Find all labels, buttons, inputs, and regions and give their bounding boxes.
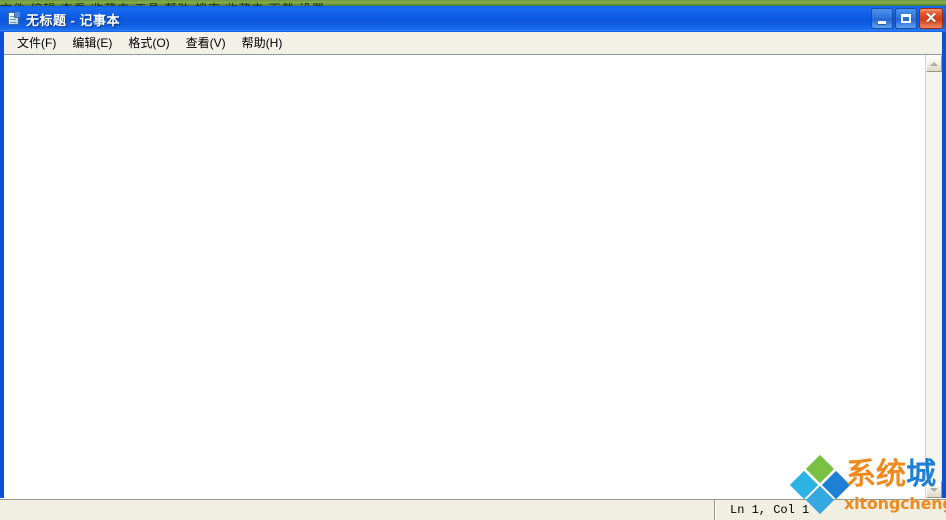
close-button[interactable]: ✕: [919, 8, 943, 29]
editor-client-area: [4, 54, 942, 498]
cursor-position-status: Ln 1, Col 1: [730, 503, 810, 517]
menu-item-help[interactable]: 帮助(H): [234, 32, 291, 54]
title-bar[interactable]: 无标题 - 记事本 ✕: [0, 6, 946, 32]
notepad-document-icon: [6, 11, 22, 27]
menu-bar: 文件(F) 编辑(E) 格式(O) 查看(V) 帮助(H): [4, 32, 942, 54]
status-bar-separator: [714, 500, 716, 520]
scroll-up-arrow-icon: [930, 61, 938, 66]
window-title: 无标题 - 记事本: [26, 12, 121, 28]
status-bar: Ln 1, Col 1: [0, 498, 946, 520]
menu-item-view[interactable]: 查看(V): [178, 32, 234, 54]
scrollbar-down-button[interactable]: [926, 481, 942, 498]
notepad-window: 无标题 - 记事本 ✕ 文件(F) 编辑(E) 格式(O) 查看(V) 帮助(H…: [0, 6, 946, 520]
scroll-down-arrow-icon: [930, 487, 938, 492]
menu-item-format[interactable]: 格式(O): [120, 32, 177, 54]
close-icon: ✕: [924, 10, 938, 27]
window-controls: ✕: [871, 8, 943, 29]
scrollbar-up-button[interactable]: [926, 55, 942, 72]
minimize-button[interactable]: [871, 8, 893, 29]
maximize-button[interactable]: [895, 8, 917, 29]
maximize-icon: [901, 14, 911, 23]
minimize-icon: [878, 20, 886, 24]
text-editor-input[interactable]: [4, 55, 925, 498]
vertical-scrollbar[interactable]: [925, 55, 942, 498]
vertical-scrollbar-track[interactable]: [926, 72, 942, 481]
menu-item-file[interactable]: 文件(F): [9, 32, 64, 54]
menu-item-edit[interactable]: 编辑(E): [64, 32, 120, 54]
